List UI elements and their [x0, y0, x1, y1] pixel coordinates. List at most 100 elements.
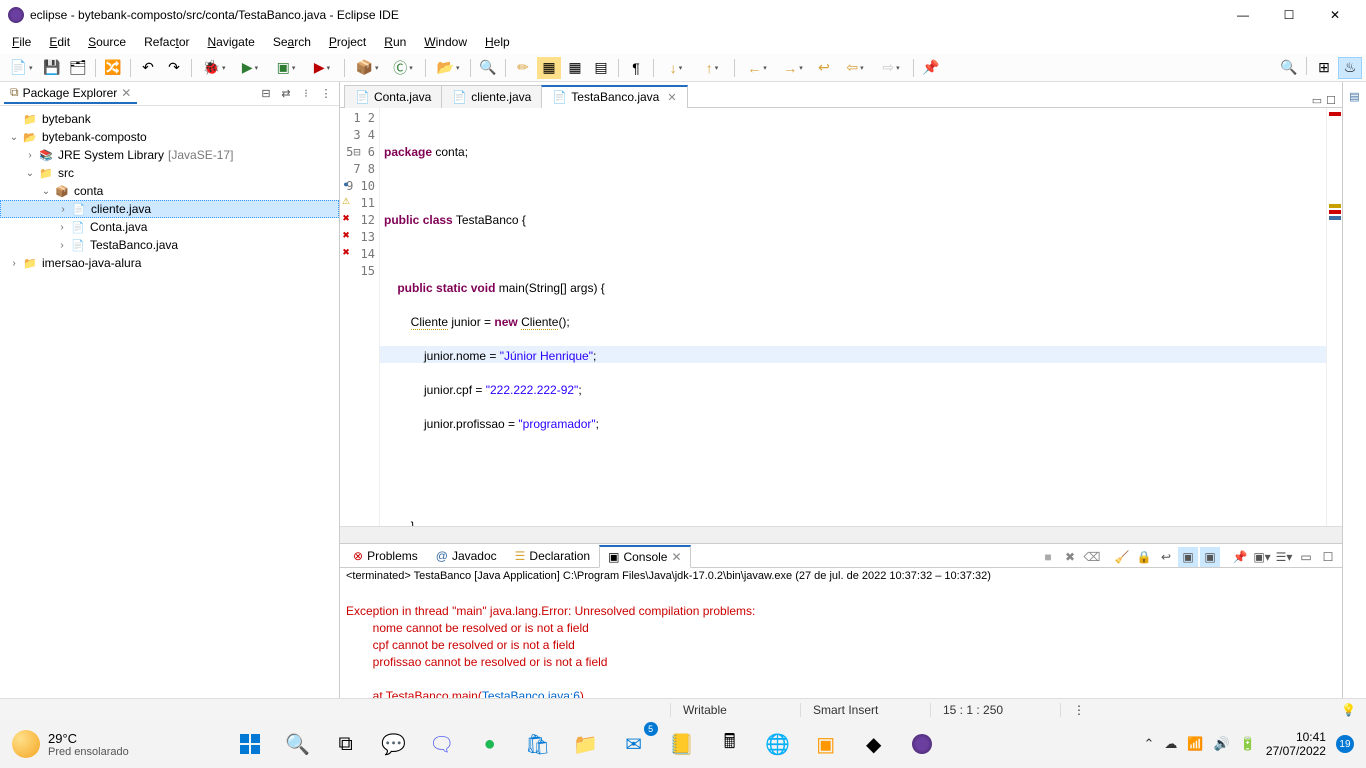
pin-editor-button[interactable]: 📌 — [919, 57, 943, 79]
undo-button[interactable]: ↶ — [136, 57, 160, 79]
taskbar-eclipse-icon[interactable] — [902, 724, 942, 764]
console-link[interactable]: TestaBanco.java:6 — [482, 689, 580, 698]
taskbar-onenote-icon[interactable]: 📒 — [662, 724, 702, 764]
debug-button[interactable]: 🐞 — [197, 57, 231, 79]
tree-file-testabanco[interactable]: ›📄 TestaBanco.java — [0, 236, 339, 254]
remove-all-icon[interactable]: ⌫ — [1082, 547, 1102, 567]
external-tools-button[interactable]: ▶ — [305, 57, 339, 79]
menu-run[interactable]: Run — [376, 32, 414, 52]
editor-tab-testabanco[interactable]: 📄 TestaBanco.java ✕ — [541, 85, 687, 108]
close-tab-icon[interactable]: ✕ — [667, 91, 676, 104]
back-button[interactable]: ← — [740, 57, 774, 79]
fwd-history-button[interactable]: ⇨ — [874, 57, 908, 79]
open-console-icon[interactable]: ☰▾ — [1274, 547, 1294, 567]
editor-area[interactable]: ● ⚠ ✖ ✖ ✖ 1 2 3 4 5⊟ 6 7 8 9 10 11 12 13… — [340, 108, 1342, 526]
switch-editor-button[interactable]: 🔀 — [101, 57, 125, 79]
view-menu-icon[interactable]: ⋮ — [317, 85, 335, 103]
menu-window[interactable]: Window — [416, 32, 475, 52]
max-view-icon[interactable]: ☐ — [1318, 547, 1338, 567]
close-view-icon[interactable]: ✕ — [121, 86, 131, 100]
save-button[interactable]: 💾 — [40, 57, 64, 79]
scroll-lock-icon[interactable]: 🔒 — [1134, 547, 1154, 567]
tab-javadoc[interactable]: @ Javadoc — [427, 545, 506, 567]
taskbar-app-icon[interactable]: ◆ — [854, 724, 894, 764]
coverage-button[interactable]: ▣ — [269, 57, 303, 79]
new-button[interactable]: 📄 — [4, 57, 38, 79]
tree-jre[interactable]: ›📚 JRE System Library [JavaSE-17] — [0, 146, 339, 164]
menu-navigate[interactable]: Navigate — [199, 32, 262, 52]
line-gutter[interactable]: ● ⚠ ✖ ✖ ✖ 1 2 3 4 5⊟ 6 7 8 9 10 11 12 13… — [340, 108, 380, 526]
redo-button[interactable]: ↷ — [162, 57, 186, 79]
tree-project-imersao[interactable]: ›📁 imersao-java-alura — [0, 254, 339, 272]
taskbar-store-icon[interactable]: 🛍 — [518, 724, 558, 764]
show-console-icon[interactable]: ▣ — [1178, 547, 1198, 567]
taskbar-weather[interactable]: 29°C Pred ensolarado — [12, 730, 129, 758]
taskbar-spotify-icon[interactable]: ● — [470, 724, 510, 764]
tree-project-bytebank-composto[interactable]: ⌄📂 bytebank-composto — [0, 128, 339, 146]
open-type-button[interactable]: 📂 — [431, 57, 465, 79]
terminate-icon[interactable]: ■ — [1038, 547, 1058, 567]
pilcrow-button[interactable]: ¶ — [624, 57, 648, 79]
display-console-icon[interactable]: ▣▾ — [1252, 547, 1272, 567]
show-stdout-icon[interactable]: ▣ — [1200, 547, 1220, 567]
tray-battery-icon[interactable]: 🔋 — [1240, 736, 1256, 752]
tree-pkg-conta[interactable]: ⌄📦 conta — [0, 182, 339, 200]
last-edit-button[interactable]: ↩ — [812, 57, 836, 79]
start-button[interactable] — [230, 724, 270, 764]
taskbar-edge-icon[interactable]: 🌐 — [758, 724, 798, 764]
prev-annotation-button[interactable]: ↑ — [695, 57, 729, 79]
save-all-button[interactable]: 🗂 — [66, 57, 90, 79]
focus-icon[interactable]: ⁝ — [297, 85, 315, 103]
status-overflow-icon[interactable]: ⋮ — [1060, 703, 1097, 717]
tree-src[interactable]: ⌄📁 src — [0, 164, 339, 182]
next-annotation-button[interactable]: ↓ — [659, 57, 693, 79]
menu-search[interactable]: Search — [265, 32, 319, 52]
overview-ruler[interactable] — [1326, 108, 1342, 526]
close-button[interactable]: ✕ — [1312, 0, 1358, 30]
minimize-editor-icon[interactable]: ▭ — [1312, 94, 1322, 107]
menu-source[interactable]: Source — [80, 32, 134, 52]
quick-access-button[interactable]: 🔍 — [1277, 57, 1301, 79]
toggle-ws-button[interactable]: ▦ — [563, 57, 587, 79]
tab-console[interactable]: ▣ Console ✕ — [599, 545, 690, 568]
code-editor[interactable]: package conta; public class TestaBanco {… — [380, 108, 1326, 526]
tree-file-cliente[interactable]: ›📄 cliente.java — [0, 200, 339, 218]
editor-h-scrollbar[interactable] — [340, 526, 1342, 543]
menu-edit[interactable]: Edit — [41, 32, 78, 52]
taskbar-calculator-icon[interactable]: 🖩 — [710, 724, 750, 764]
new-java-package-button[interactable]: 📦 — [350, 57, 384, 79]
taskbar-search-icon[interactable]: 🔍 — [278, 724, 318, 764]
tip-bulb-icon[interactable]: 💡 — [1331, 703, 1366, 717]
tray-clock[interactable]: 10:41 27/07/2022 — [1266, 730, 1326, 758]
menu-project[interactable]: Project — [321, 32, 374, 52]
editor-tab-conta[interactable]: 📄 Conta.java — [344, 85, 442, 108]
menu-help[interactable]: Help — [477, 32, 518, 52]
tab-declaration[interactable]: ☰ Declaration — [506, 545, 599, 567]
taskbar-sublime-icon[interactable]: ▣ — [806, 724, 846, 764]
package-explorer-tab[interactable]: ⧉ Package Explorer ✕ — [4, 83, 137, 104]
minimize-button[interactable]: — — [1220, 0, 1266, 30]
tray-wifi-icon[interactable]: 📶 — [1187, 736, 1203, 752]
tray-notifications[interactable]: 19 — [1336, 735, 1354, 753]
java-perspective-button[interactable]: ♨ — [1338, 57, 1362, 79]
menu-refactor[interactable]: Refactor — [136, 32, 197, 52]
menu-file[interactable]: File — [4, 32, 39, 52]
editor-tab-cliente[interactable]: 📄 cliente.java — [441, 85, 542, 108]
taskbar-discord-icon[interactable]: 🗨 — [422, 724, 462, 764]
taskbar-taskview-icon[interactable]: ⧉ — [326, 724, 366, 764]
tray-volume-icon[interactable]: 🔊 — [1214, 736, 1230, 752]
tree-file-conta[interactable]: ›📄 Conta.java — [0, 218, 339, 236]
outline-trim-icon[interactable]: ▤ — [1345, 86, 1365, 106]
clear-console-icon[interactable]: 🧹 — [1112, 547, 1132, 567]
taskbar-explorer-icon[interactable]: 📁 — [566, 724, 606, 764]
min-view-icon[interactable]: ▭ — [1296, 547, 1316, 567]
taskbar-chat-icon[interactable]: 💬 — [374, 724, 414, 764]
close-tab-icon[interactable]: ✕ — [671, 550, 681, 564]
tab-problems[interactable]: ⊗ Problems — [344, 545, 427, 567]
forward-button[interactable]: → — [776, 57, 810, 79]
tray-onedrive-icon[interactable]: ☁ — [1164, 736, 1177, 752]
maximize-button[interactable]: ☐ — [1266, 0, 1312, 30]
search-button[interactable]: 🔍 — [476, 57, 500, 79]
run-button[interactable]: ▶ — [233, 57, 267, 79]
link-editor-icon[interactable]: ⇄ — [277, 85, 295, 103]
